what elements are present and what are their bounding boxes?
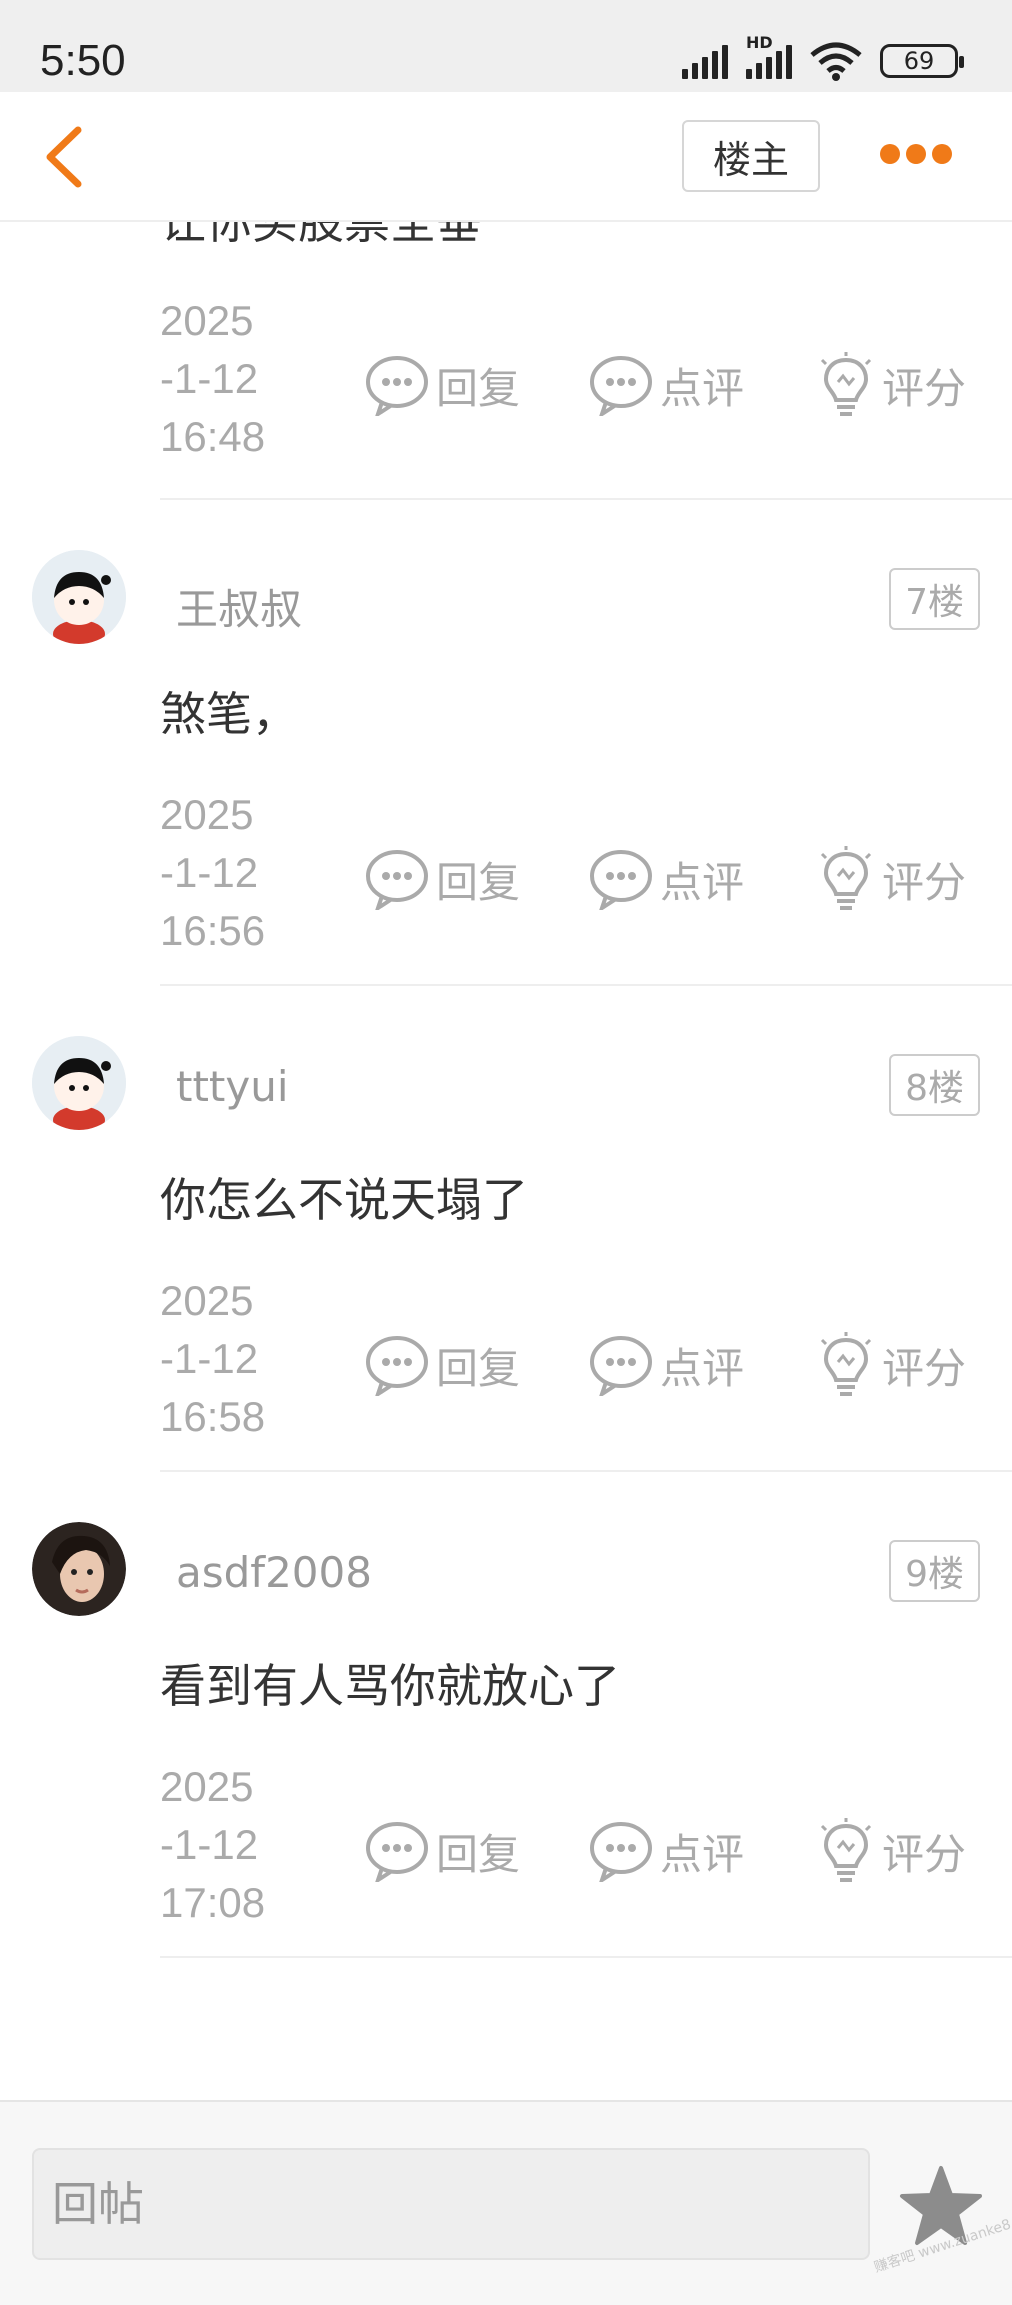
comment-label: 点评 <box>660 857 745 907</box>
lightbulb-icon <box>820 846 872 910</box>
lightbulb-icon <box>820 352 872 416</box>
chevron-left-icon <box>46 126 82 188</box>
reply-bar: 赚客吧 www.zuanke8.com <box>0 2100 1012 2305</box>
reply-input[interactable] <box>32 2148 870 2260</box>
post-divider <box>160 1470 1012 1472</box>
reply-button[interactable]: 回复 <box>364 1330 520 1400</box>
lightbulb-icon <box>820 1818 872 1882</box>
post-list: 让你买股票全垂 2025 -1-12 16:48 回复 点评 评分 王叔叔 7楼… <box>0 222 1012 2102</box>
battery-level: 69 <box>903 47 935 75</box>
post-date: 2025 -1-12 16:48 <box>160 297 266 460</box>
post-item: 王叔叔 7楼 煞笔， 2025 -1-12 16:56 回复 点评 评分 <box>0 502 1012 988</box>
cartoon-avatar-icon <box>32 550 126 644</box>
more-dot-icon <box>932 144 952 164</box>
floor-badge: 9楼 <box>889 1540 980 1602</box>
post-date: 2025 -1-12 16:58 <box>160 1277 266 1440</box>
post-divider <box>160 498 1012 500</box>
post-content: 煞笔， <box>160 687 298 741</box>
post-meta: 2025 -1-12 16:56 回复 点评 评分 <box>0 786 1012 966</box>
reply-button[interactable]: 回复 <box>364 844 520 914</box>
post-content: 你怎么不说天塌了 <box>160 1173 528 1227</box>
post-date: 2025 -1-12 16:56 <box>160 791 266 954</box>
hd-label: HD <box>746 33 773 52</box>
comment-label: 点评 <box>660 363 745 413</box>
reply-label: 回复 <box>436 857 521 907</box>
cartoon-avatar-icon <box>32 1036 126 1130</box>
comment-button[interactable]: 点评 <box>588 844 744 914</box>
post-date: 2025 -1-12 17:08 <box>160 1763 266 1926</box>
comment-button[interactable]: 点评 <box>588 1330 744 1400</box>
chat-bubble-icon <box>590 850 652 910</box>
reply-label: 回复 <box>436 363 521 413</box>
status-time: 5:50 <box>40 36 126 85</box>
chat-bubble-icon <box>590 356 652 416</box>
floor-badge: 8楼 <box>889 1054 980 1116</box>
hd-signal-icon: HD <box>746 33 792 79</box>
status-bar: 5:50 HD 69 <box>0 0 1012 92</box>
more-dot-icon <box>906 144 926 164</box>
post-item: asdf2008 9楼 看到有人骂你就放心了 2025 -1-12 17:08 … <box>0 1474 1012 1960</box>
reply-button[interactable]: 回复 <box>364 1816 520 1886</box>
chat-bubble-icon <box>366 1336 428 1396</box>
reply-label: 回复 <box>436 1829 521 1879</box>
post-meta: 2025 -1-12 16:58 回复 点评 评分 <box>0 1272 1012 1452</box>
rate-label: 评分 <box>882 1343 967 1393</box>
rate-label: 评分 <box>882 1829 967 1879</box>
rate-button[interactable]: 评分 <box>816 844 966 914</box>
comment-label: 点评 <box>660 1829 745 1879</box>
user-avatar[interactable] <box>32 1036 126 1130</box>
comment-button[interactable]: 点评 <box>588 350 744 420</box>
username[interactable]: 王叔叔 <box>176 576 302 637</box>
rate-button[interactable]: 评分 <box>816 1330 966 1400</box>
chat-bubble-icon <box>366 850 428 910</box>
lightbulb-icon <box>820 1332 872 1396</box>
wifi-icon <box>810 42 862 81</box>
floor-badge: 7楼 <box>889 568 980 630</box>
post-item: tttyui 8楼 你怎么不说天塌了 2025 -1-12 16:58 回复 点… <box>0 988 1012 1474</box>
post-divider <box>160 1956 1012 1958</box>
rate-button[interactable]: 评分 <box>816 350 966 420</box>
rate-button[interactable]: 评分 <box>816 1816 966 1886</box>
chat-bubble-icon <box>366 1822 428 1882</box>
back-button[interactable] <box>38 122 98 192</box>
username[interactable]: asdf2008 <box>176 1548 372 1597</box>
comment-label: 点评 <box>660 1343 745 1393</box>
post-meta: 2025 -1-12 17:08 回复 点评 评分 <box>0 1758 1012 1938</box>
thread-header: 楼主 <box>0 92 1012 222</box>
chat-bubble-icon <box>590 1336 652 1396</box>
post-meta: 2025 -1-12 16:48 回复 点评 评分 <box>0 292 1012 472</box>
comment-button[interactable]: 点评 <box>588 1816 744 1886</box>
more-dot-icon <box>880 144 900 164</box>
post-divider <box>160 984 1012 986</box>
user-avatar[interactable] <box>32 550 126 644</box>
user-avatar[interactable] <box>32 1522 126 1616</box>
battery-icon: 69 <box>880 44 964 78</box>
rate-label: 评分 <box>882 857 967 907</box>
chat-bubble-icon <box>366 356 428 416</box>
partial-post-text: 让你买股票全垂 <box>160 222 482 249</box>
status-icons: HD 69 <box>682 33 964 84</box>
chat-bubble-icon <box>590 1822 652 1882</box>
more-options-button[interactable] <box>880 134 952 174</box>
rate-label: 评分 <box>882 363 967 413</box>
photo-avatar-icon <box>32 1522 126 1616</box>
signal-icon <box>682 43 728 79</box>
reply-button[interactable]: 回复 <box>364 350 520 420</box>
op-only-button[interactable]: 楼主 <box>682 120 820 192</box>
post-content: 看到有人骂你就放心了 <box>160 1659 620 1713</box>
reply-label: 回复 <box>436 1343 521 1393</box>
username[interactable]: tttyui <box>176 1062 289 1111</box>
